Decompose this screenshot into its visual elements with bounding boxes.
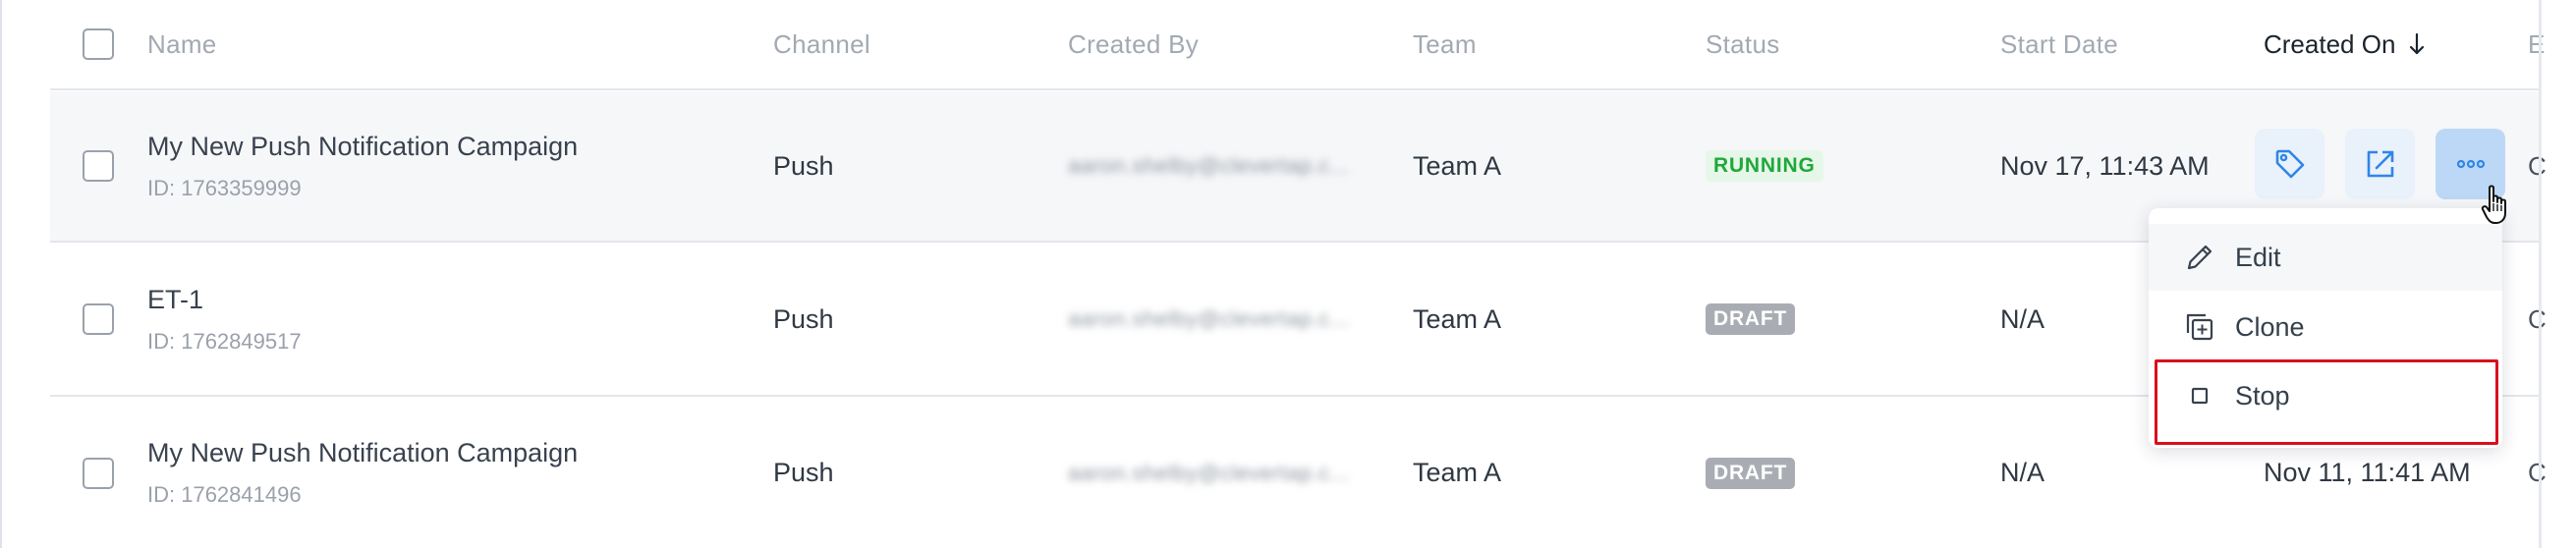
team-value: Team A (1413, 150, 1502, 181)
created-on-value: Nov 11, 11:41 AM (2264, 458, 2471, 487)
channel-value: Push (773, 458, 834, 487)
campaign-name[interactable]: ET-1 (147, 285, 302, 315)
clone-icon (2186, 313, 2213, 341)
header-status[interactable]: Status (1706, 29, 1780, 60)
status-badge: RUNNING (1706, 150, 1823, 182)
campaign-id: ID: 1762849517 (147, 328, 302, 354)
header-team[interactable]: Team (1413, 29, 1477, 60)
header-created-on[interactable]: Created On (2264, 29, 2425, 60)
menu-item-edit-label: Edit (2235, 242, 2281, 272)
pencil-icon (2187, 245, 2212, 270)
row-checkbox[interactable] (83, 150, 114, 182)
header-start-date[interactable]: Start Date (2000, 29, 2118, 60)
start-date-value: N/A (2000, 458, 2045, 487)
select-all-cell (83, 0, 114, 88)
campaign-name[interactable]: My New Push Notification Campaign (147, 438, 578, 468)
created-by-value: aaron.shelby@clevertap.c... (1068, 153, 1350, 178)
menu-item-edit[interactable]: Edit (2149, 224, 2502, 291)
arrow-down-icon (2410, 32, 2425, 55)
open-link-button[interactable] (2345, 129, 2415, 199)
team-value: Team A (1413, 458, 1502, 487)
extra-value: C (2528, 458, 2547, 487)
channel-value: Push (773, 150, 834, 181)
extra-value: C (2528, 303, 2547, 334)
created-by-value: aaron.shelby@clevertap.c... (1068, 306, 1350, 331)
more-horizontal-icon (2456, 159, 2485, 169)
extra-value: C (2528, 150, 2547, 181)
menu-item-clone[interactable]: Clone (2149, 294, 2502, 360)
row-actions (2255, 129, 2505, 199)
external-link-icon (2367, 150, 2393, 178)
campaign-name[interactable]: My New Push Notification Campaign (147, 132, 578, 162)
created-by-value: aaron.shelby@clevertap.c... (1068, 460, 1350, 485)
hand-cursor-icon (2481, 185, 2506, 224)
status-badge: DRAFT (1706, 303, 1796, 335)
row-checkbox[interactable] (83, 457, 114, 489)
header-name[interactable]: Name (147, 29, 217, 60)
select-all-checkbox[interactable] (83, 28, 114, 60)
campaign-id: ID: 1763359999 (147, 175, 302, 200)
campaign-id: ID: 1762841496 (147, 482, 302, 507)
header-created-by[interactable]: Created By (1068, 29, 1199, 60)
status-badge: DRAFT (1706, 457, 1796, 489)
left-border (0, 0, 2, 548)
channel-value: Push (773, 303, 834, 334)
tag-button[interactable] (2255, 129, 2324, 199)
tag-icon (2275, 149, 2304, 179)
start-date-value: Nov 17, 11:43 AM (2000, 150, 2210, 181)
start-date-value: N/A (2000, 303, 2045, 334)
table-header: Name Channel Created By Team Status Star… (50, 0, 2545, 90)
header-created-on-label: Created On (2264, 28, 2396, 59)
stop-highlight-box (2155, 359, 2498, 445)
menu-item-clone-label: Clone (2235, 311, 2305, 342)
header-channel[interactable]: Channel (773, 29, 870, 60)
right-scrollbar-edge (2539, 0, 2542, 548)
header-extra[interactable]: E (2528, 29, 2546, 60)
team-value: Team A (1413, 303, 1502, 334)
row-checkbox[interactable] (83, 303, 114, 335)
